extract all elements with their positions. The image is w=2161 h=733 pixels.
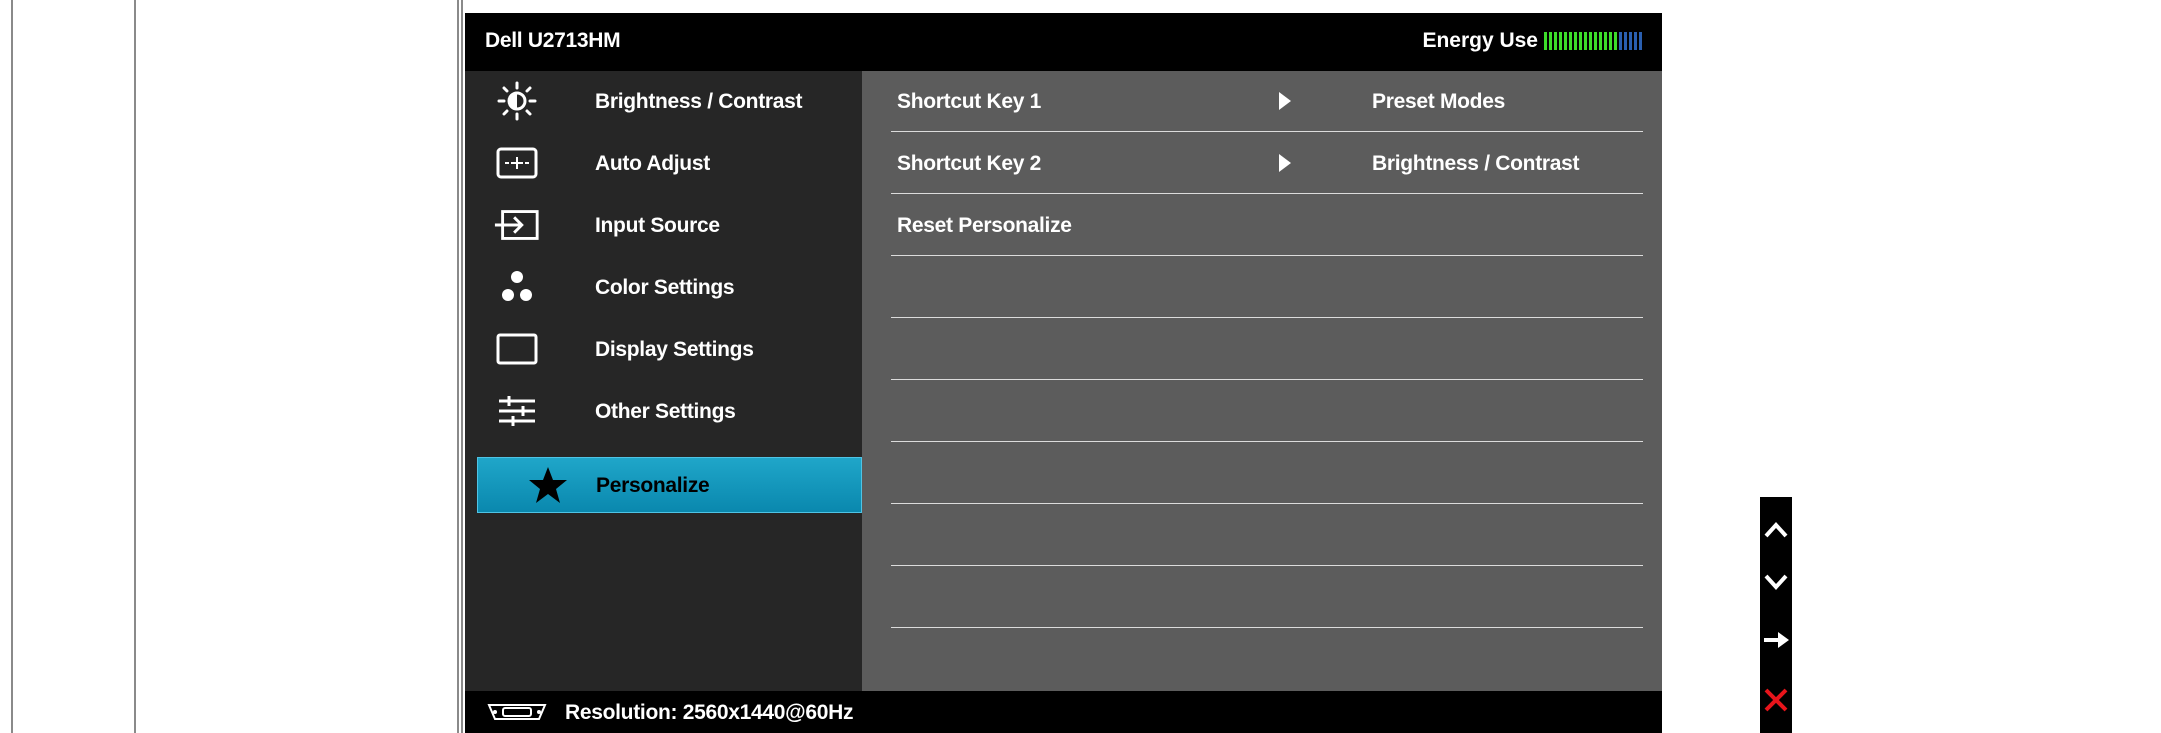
menu-item-label: Other Settings: [595, 400, 736, 423]
submenu-row-shortcut-key-2[interactable]: Shortcut Key 2 Brightness / Contrast: [891, 133, 1643, 194]
energy-segment: [1589, 32, 1592, 50]
energy-segment: [1544, 32, 1547, 50]
energy-segment: [1629, 32, 1632, 50]
close-icon: [1764, 688, 1788, 712]
other-settings-icon: [493, 391, 541, 431]
down-button[interactable]: [1760, 557, 1792, 607]
arrow-right-icon: [1764, 632, 1789, 648]
menu-item-other-settings[interactable]: Other Settings: [465, 381, 862, 441]
star-icon: [524, 465, 572, 505]
menu-item-input-source[interactable]: Input Source: [465, 195, 862, 255]
energy-segment: [1564, 32, 1567, 50]
menu-item-label: Color Settings: [595, 276, 735, 299]
energy-bar: [1544, 32, 1644, 50]
energy-segment: [1574, 32, 1577, 50]
up-button[interactable]: [1760, 505, 1792, 555]
energy-segment: [1624, 32, 1627, 50]
page-divider-4: [461, 0, 463, 733]
submenu-row-label: Shortcut Key 1: [897, 90, 1041, 113]
submenu-row-shortcut-key-1[interactable]: Shortcut Key 1 Preset Modes: [891, 71, 1643, 132]
menu-item-label: Brightness / Contrast: [595, 90, 803, 113]
main-menu: Brightness / Contrast Auto Adjust Input …: [465, 71, 862, 691]
submenu-row-value: Brightness / Contrast: [1372, 152, 1580, 175]
osd-header: Dell U2713HM Energy Use: [465, 13, 1662, 71]
energy-use-label: Energy Use: [1422, 29, 1538, 52]
energy-segment: [1619, 32, 1622, 50]
submenu-row-empty: [891, 257, 1643, 318]
energy-segment: [1604, 32, 1607, 50]
osd-button-strip: [1760, 497, 1792, 733]
menu-item-label: Display Settings: [595, 338, 754, 361]
osd-footer: Resolution: 2560x1440@60Hz: [465, 691, 1662, 733]
page-divider-1: [11, 0, 13, 733]
play-arrow-icon: [1279, 92, 1291, 110]
energy-segment: [1599, 32, 1602, 50]
submenu-row-label: Shortcut Key 2: [897, 152, 1041, 175]
energy-segment: [1609, 32, 1612, 50]
energy-segment: [1569, 32, 1572, 50]
menu-item-label: Auto Adjust: [595, 152, 710, 175]
submenu-row-label: Reset Personalize: [897, 214, 1072, 237]
energy-segment: [1559, 32, 1562, 50]
display-settings-icon: [493, 329, 541, 369]
menu-item-display-settings[interactable]: Display Settings: [465, 319, 862, 379]
energy-segment: [1594, 32, 1597, 50]
submenu-row-empty: [891, 567, 1643, 628]
submenu-row-empty: [891, 381, 1643, 442]
play-arrow-icon: [1279, 154, 1291, 172]
osd-title: Dell U2713HM: [485, 29, 621, 52]
energy-segment: [1554, 32, 1557, 50]
energy-segment: [1614, 32, 1617, 50]
submenu-row-empty: [891, 505, 1643, 566]
auto-adjust-icon: [493, 143, 541, 183]
submenu-panel: Shortcut Key 1 Preset Modes Shortcut Key…: [862, 71, 1662, 691]
brightness-icon: [493, 81, 541, 121]
submenu-row-value: Preset Modes: [1372, 90, 1505, 113]
color-settings-icon: [493, 267, 541, 307]
menu-item-color-settings[interactable]: Color Settings: [465, 257, 862, 317]
menu-item-label: Input Source: [595, 214, 720, 237]
input-source-icon: [493, 205, 541, 245]
page-divider-3: [457, 0, 459, 733]
submenu-row-empty: [891, 443, 1643, 504]
energy-segment: [1634, 32, 1637, 50]
energy-segment: [1579, 32, 1582, 50]
menu-item-personalize[interactable]: Personalize: [477, 457, 862, 513]
energy-segment: [1639, 32, 1642, 50]
energy-segment: [1584, 32, 1587, 50]
submenu-row-empty: [891, 319, 1643, 380]
exit-button[interactable]: [1760, 675, 1792, 725]
submenu-row-reset-personalize[interactable]: Reset Personalize: [891, 195, 1643, 256]
menu-item-auto-adjust[interactable]: Auto Adjust: [465, 133, 862, 193]
vga-connector-icon: [485, 701, 549, 729]
chevron-down-icon: [1764, 574, 1788, 590]
menu-item-brightness-contrast[interactable]: Brightness / Contrast: [465, 71, 862, 131]
chevron-up-icon: [1764, 522, 1788, 538]
resolution-text: Resolution: 2560x1440@60Hz: [565, 701, 854, 724]
osd-window: Dell U2713HM Energy Use Brightness / Con…: [465, 13, 1662, 733]
page-divider-2: [134, 0, 136, 733]
menu-item-label: Personalize: [596, 474, 710, 497]
energy-use-meter: Energy Use: [1422, 29, 1644, 53]
energy-segment: [1549, 32, 1552, 50]
enter-button[interactable]: [1760, 615, 1792, 665]
